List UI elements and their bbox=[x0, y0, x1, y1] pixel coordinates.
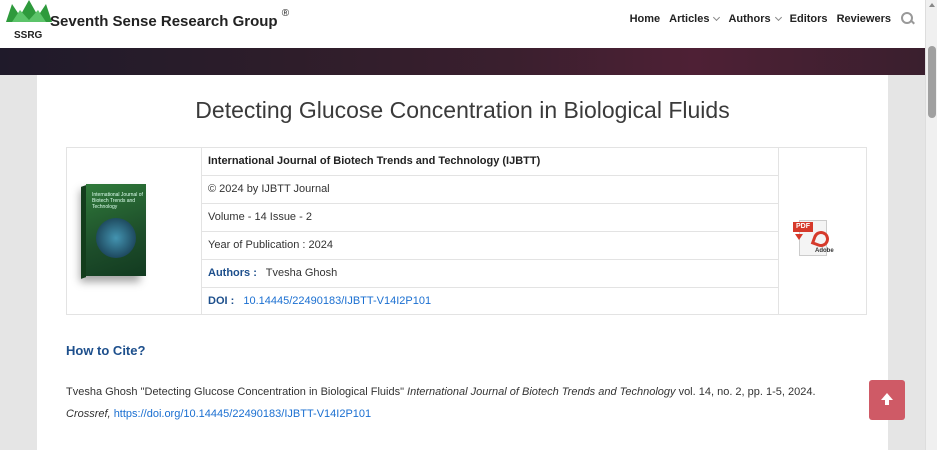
nav-home[interactable]: Home bbox=[630, 13, 661, 25]
journal-name: International Journal of Biotech Trends … bbox=[202, 148, 778, 176]
how-to-cite-heading: How to Cite? bbox=[66, 343, 146, 358]
crossref-label: Crossref, bbox=[66, 408, 111, 420]
article-details: International Journal of Biotech Trends … bbox=[202, 148, 778, 314]
nav-editors[interactable]: Editors bbox=[790, 13, 828, 25]
citation-details: vol. 14, no. 2, pp. 1-5, 2024. bbox=[678, 386, 816, 398]
citation-journal: International Journal of Biotech Trends … bbox=[407, 386, 676, 398]
nav-reviewers[interactable]: Reviewers bbox=[837, 13, 891, 25]
journal-cover-image: International Journal of Biotech Trends … bbox=[81, 184, 146, 279]
brand-name[interactable]: Seventh Sense Research Group ® bbox=[50, 8, 289, 30]
back-to-top-button[interactable] bbox=[869, 380, 905, 420]
pdf-tag: PDF bbox=[793, 222, 813, 232]
publication-year: Year of Publication : 2024 bbox=[202, 232, 778, 260]
page-scrollbar[interactable] bbox=[925, 0, 937, 450]
doi-row: DOI : 10.14445/22490183/IJBTT-V14I2P101 bbox=[202, 288, 778, 316]
doi-link[interactable]: 10.14445/22490183/IJBTT-V14I2P101 bbox=[243, 295, 431, 307]
doi-label: DOI : bbox=[208, 295, 235, 307]
pdf-cell: Adobe PDF bbox=[778, 148, 866, 314]
search-icon[interactable] bbox=[901, 12, 915, 26]
copyright: © 2024 by IJBTT Journal bbox=[202, 176, 778, 204]
citation-text: Tvesha Ghosh "Detecting Glucose Concentr… bbox=[66, 381, 881, 425]
cover-artwork bbox=[96, 218, 136, 258]
citation-author-title: Tvesha Ghosh "Detecting Glucose Concentr… bbox=[66, 386, 404, 398]
authors-row: Authors : Tvesha Ghosh bbox=[202, 260, 778, 288]
download-arrow-icon bbox=[795, 234, 803, 240]
nav-articles-label: Articles bbox=[669, 13, 710, 25]
chevron-down-icon bbox=[774, 13, 782, 22]
nav-reviewers-label: Reviewers bbox=[836, 13, 891, 25]
registered-mark: ® bbox=[281, 8, 290, 19]
article-card: Detecting Glucose Concentration in Biolo… bbox=[37, 75, 888, 450]
book-spine bbox=[81, 185, 86, 279]
adobe-swirl-icon bbox=[810, 228, 832, 250]
chevron-down-icon bbox=[713, 13, 721, 22]
nav-editors-label: Editors bbox=[789, 13, 828, 25]
nav-articles[interactable]: Articles bbox=[669, 13, 721, 25]
article-info-table: International Journal of Biotech Trends … bbox=[66, 147, 867, 315]
brand-text: Seventh Sense Research Group bbox=[50, 13, 278, 30]
authors-label: Authors : bbox=[208, 267, 257, 279]
pdf-download-icon[interactable]: Adobe PDF bbox=[793, 220, 834, 256]
volume-issue: Volume - 14 Issue - 2 bbox=[202, 204, 778, 232]
header-banner bbox=[0, 48, 925, 75]
adobe-label: Adobe bbox=[815, 248, 834, 254]
cover-title: International Journal of Biotech Trends … bbox=[92, 192, 143, 210]
authors-value: Tvesha Ghosh bbox=[265, 267, 338, 279]
nav-home-label: Home bbox=[629, 13, 661, 25]
scrollbar-thumb[interactable] bbox=[928, 46, 936, 118]
article-title: Detecting Glucose Concentration in Biolo… bbox=[195, 97, 730, 123]
nav-authors-label: Authors bbox=[728, 13, 771, 25]
logo-text: SSRG bbox=[14, 30, 43, 41]
nav-authors[interactable]: Authors bbox=[728, 13, 782, 25]
journal-cover-cell: International Journal of Biotech Trends … bbox=[67, 148, 202, 314]
crossref-link[interactable]: https://doi.org/10.14445/22490183/IJBTT-… bbox=[114, 408, 371, 420]
main-nav: Home Articles Authors Editors Reviewers bbox=[621, 12, 915, 26]
scroll-up-arrow-icon[interactable] bbox=[929, 3, 935, 7]
site-header: SSRG Seventh Sense Research Group ® Home… bbox=[0, 0, 925, 48]
